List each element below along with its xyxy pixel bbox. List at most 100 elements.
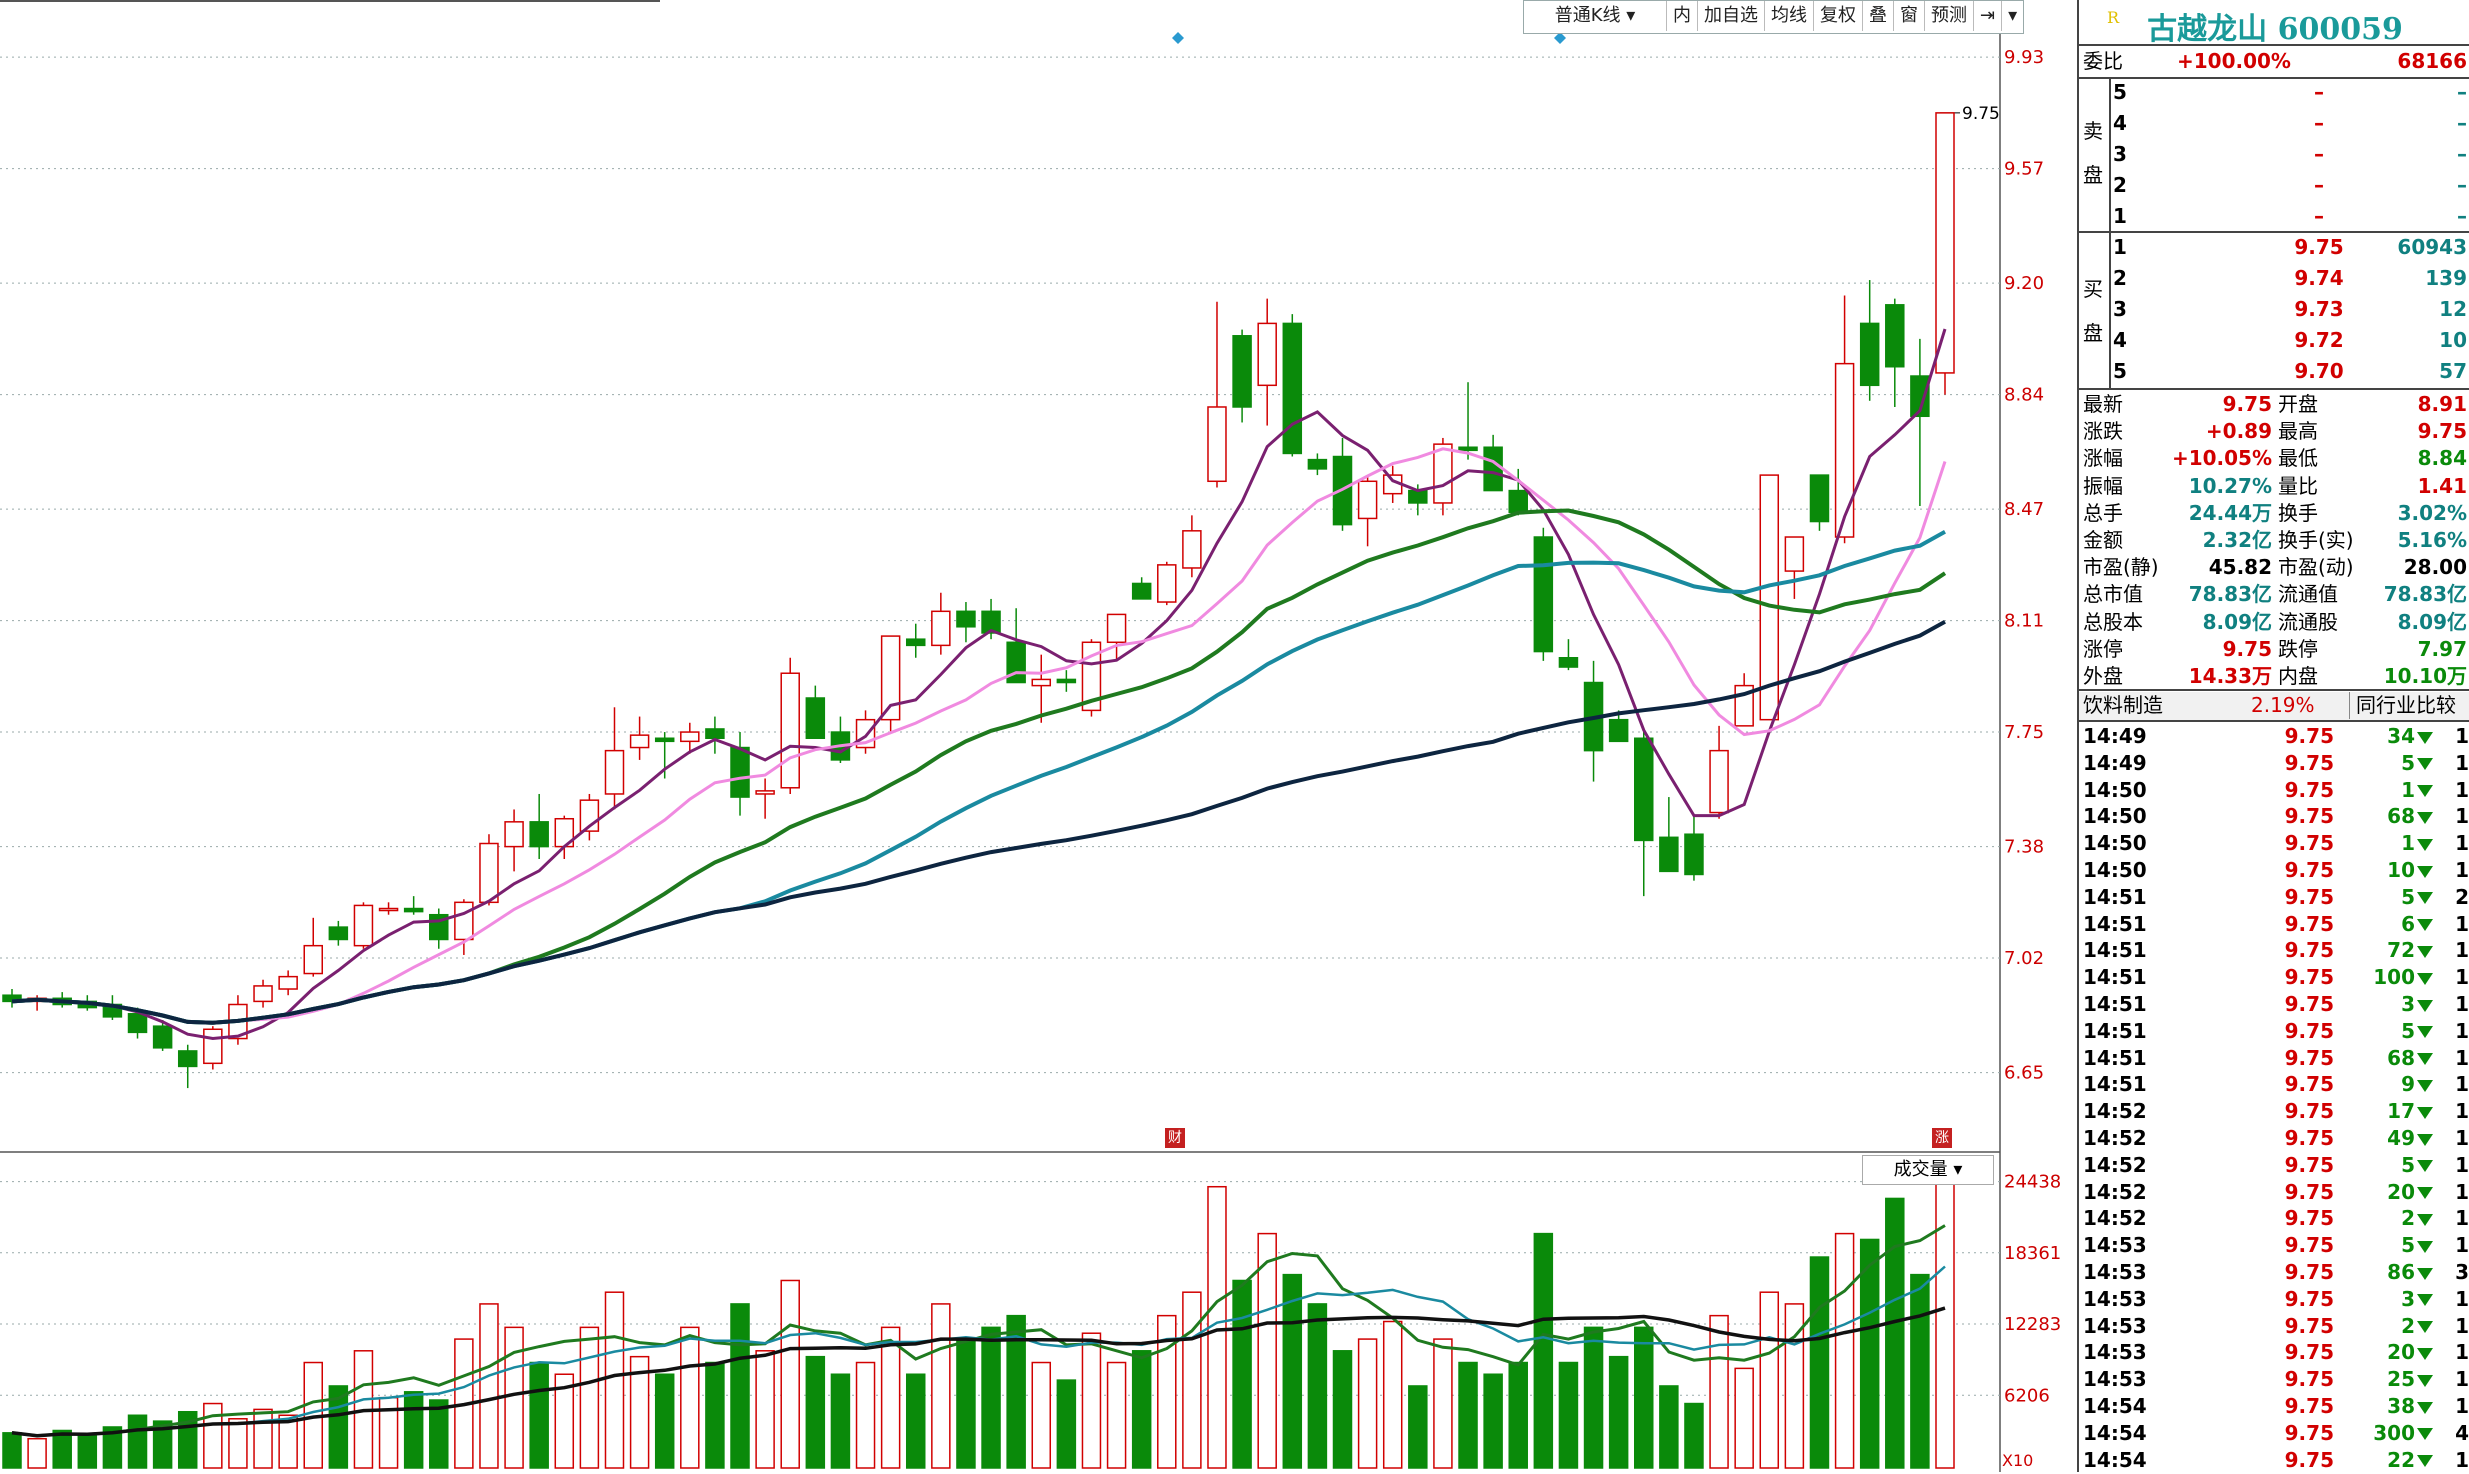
tick-price: 9.75 bbox=[2284, 1447, 2334, 1472]
tick-count: 1 bbox=[2455, 1179, 2469, 1204]
level-volume: 139 bbox=[2425, 266, 2467, 290]
candle-body bbox=[956, 610, 976, 628]
industry-row[interactable]: 饮料制造 2.19% 同行业比较 bbox=[2079, 692, 2469, 720]
tick-time: 14:50 bbox=[2083, 831, 2147, 856]
level-num: 2 bbox=[2113, 173, 2127, 197]
tick-price: 9.75 bbox=[2284, 1126, 2334, 1150]
candle-body bbox=[604, 749, 625, 795]
tick-count: 1 bbox=[2455, 1447, 2469, 1472]
volume-bar bbox=[1031, 1361, 1052, 1469]
tick-time: 14:52 bbox=[2083, 1152, 2147, 1177]
last-price-label: 9.75 bbox=[1962, 104, 2000, 124]
chevron-down-icon: ▾ bbox=[1953, 1159, 1963, 1180]
buy-level-row[interactable]: 3 9.73 12 bbox=[2079, 296, 2469, 323]
sell-level-row[interactable]: 1 – – bbox=[2079, 203, 2469, 230]
toolbar-add-favorite[interactable]: 加自选 bbox=[1698, 1, 1765, 31]
quote-value: 24.44万 bbox=[2188, 500, 2272, 525]
tick-volume: 22 bbox=[2329, 1447, 2433, 1474]
level-price: 9.75 bbox=[2294, 235, 2344, 259]
volume-bar bbox=[730, 1303, 750, 1469]
trade-tick-row: 14:53 9.75 86 3 bbox=[2079, 1259, 2469, 1286]
tick-volume: 1 bbox=[2329, 777, 2433, 804]
volume-bar bbox=[1483, 1373, 1503, 1469]
tick-volume: 10 bbox=[2329, 857, 2433, 884]
volume-indicator-select[interactable]: 成交量 ▾ bbox=[1862, 1155, 1994, 1185]
candle-body bbox=[680, 731, 700, 743]
toolbar-forecast[interactable]: 预测 bbox=[1925, 1, 1974, 31]
sell-level-row[interactable]: 5 – – bbox=[2079, 79, 2469, 106]
tick-price: 9.75 bbox=[2284, 938, 2334, 963]
tick-time: 14:51 bbox=[2083, 992, 2147, 1016]
buy-level-row[interactable]: 5 9.70 57 bbox=[2079, 358, 2469, 385]
candle-body bbox=[479, 842, 499, 904]
toolbar-inner[interactable]: 内 bbox=[1667, 1, 1698, 31]
tick-price: 9.75 bbox=[2284, 1394, 2334, 1418]
tick-count: 1 bbox=[2455, 938, 2469, 963]
volume-tick-label: 24438 bbox=[2004, 1172, 2061, 1193]
toolbar-overlay[interactable]: 叠 bbox=[1863, 1, 1894, 31]
more-chevron-icon[interactable]: ▾ bbox=[2002, 1, 2023, 31]
kline-chart[interactable]: 9.93 9.57 9.20 8.84 8.47 8.11 7.75 7.38 7.02 6.65… bbox=[0, 0, 2077, 1472]
quote-row: 总市值 78.83亿 流通值 78.83亿 bbox=[2079, 581, 2469, 608]
quote-row: 总股本 8.09亿 流通股 8.09亿 bbox=[2079, 609, 2469, 636]
quote-value: +10.05% bbox=[2171, 446, 2272, 471]
buy-level-row[interactable]: 4 9.72 10 bbox=[2079, 327, 2469, 354]
chart-toolbar: 普通K线 ▾ 内 加自选 均线 复权 叠 窗 预测 ⇥ ▾ bbox=[1523, 0, 2025, 34]
tick-volume: 6 bbox=[2329, 911, 2433, 938]
down-arrow-icon bbox=[2417, 1374, 2433, 1387]
tick-time: 14:54 bbox=[2083, 1394, 2147, 1418]
toolbar-window[interactable]: 窗 bbox=[1894, 1, 1925, 31]
trade-tick-row: 14:52 9.75 49 1 bbox=[2079, 1125, 2469, 1152]
down-arrow-icon bbox=[2417, 972, 2433, 985]
tick-price: 9.75 bbox=[2284, 965, 2334, 990]
tick-volume: 34 bbox=[2329, 723, 2433, 750]
level-num: 4 bbox=[2113, 111, 2127, 135]
quote-value: 9.75 bbox=[2222, 392, 2272, 416]
tick-time: 14:52 bbox=[2083, 1206, 2147, 1231]
limit-up-marker[interactable]: 涨 bbox=[1932, 1128, 1952, 1148]
industry-compare[interactable]: 同行业比较 bbox=[2349, 692, 2456, 719]
tick-count: 1 bbox=[2455, 750, 2469, 775]
trade-tick-row: 14:52 9.75 2 1 bbox=[2079, 1205, 2469, 1232]
tick-volume: 72 bbox=[2329, 937, 2433, 964]
volume-bar bbox=[27, 1437, 47, 1469]
sell-level-row[interactable]: 2 – – bbox=[2079, 172, 2469, 199]
tick-volume: 20 bbox=[2329, 1179, 2433, 1206]
volume-bar bbox=[956, 1338, 976, 1469]
tick-price: 9.75 bbox=[2284, 1072, 2334, 1097]
candle-body bbox=[705, 728, 725, 739]
tick-count: 1 bbox=[2455, 911, 2469, 936]
tick-price: 9.75 bbox=[2284, 724, 2334, 748]
down-arrow-icon bbox=[2417, 1026, 2433, 1039]
volume-unit-label: X10 bbox=[2002, 1451, 2033, 1470]
kline-type-select[interactable]: 普通K线 ▾ bbox=[1524, 1, 1667, 31]
volume-bar bbox=[1232, 1279, 1252, 1469]
volume-tick-label: 6206 bbox=[2004, 1385, 2050, 1406]
volume-bar bbox=[253, 1408, 273, 1469]
sell-level-row[interactable]: 4 – – bbox=[2079, 110, 2469, 137]
tick-price: 9.75 bbox=[2284, 1206, 2334, 1231]
tick-price: 9.75 bbox=[2284, 1313, 2334, 1338]
expand-panel-icon[interactable]: ⇥ bbox=[1974, 1, 2003, 31]
candle-body bbox=[203, 1028, 223, 1065]
tick-price: 9.75 bbox=[2284, 1099, 2334, 1124]
tick-time: 14:54 bbox=[2083, 1420, 2147, 1445]
candle-body bbox=[403, 907, 424, 913]
sell-level-row[interactable]: 3 – – bbox=[2079, 141, 2469, 168]
tick-time: 14:52 bbox=[2083, 1126, 2147, 1150]
down-arrow-icon bbox=[2417, 1079, 2433, 1092]
finance-marker[interactable]: 财 bbox=[1165, 1128, 1185, 1148]
candle-body bbox=[1307, 458, 1328, 470]
down-arrow-icon bbox=[2417, 1294, 2433, 1307]
chevron-down-icon: ▾ bbox=[1626, 5, 1636, 26]
toolbar-ma[interactable]: 均线 bbox=[1765, 1, 1814, 31]
level-num: 5 bbox=[2113, 359, 2127, 383]
trade-tick-row: 14:53 9.75 20 1 bbox=[2079, 1339, 2469, 1366]
candle-body bbox=[1859, 322, 1880, 387]
toolbar-adjust[interactable]: 复权 bbox=[1814, 1, 1863, 31]
buy-level-row[interactable]: 2 9.74 139 bbox=[2079, 265, 2469, 292]
down-arrow-icon bbox=[2417, 1160, 2433, 1173]
level-price: 9.72 bbox=[2294, 328, 2344, 352]
quote-value: 1.41 bbox=[2417, 473, 2467, 498]
buy-level-row[interactable]: 1 9.75 60943 bbox=[2079, 234, 2469, 261]
